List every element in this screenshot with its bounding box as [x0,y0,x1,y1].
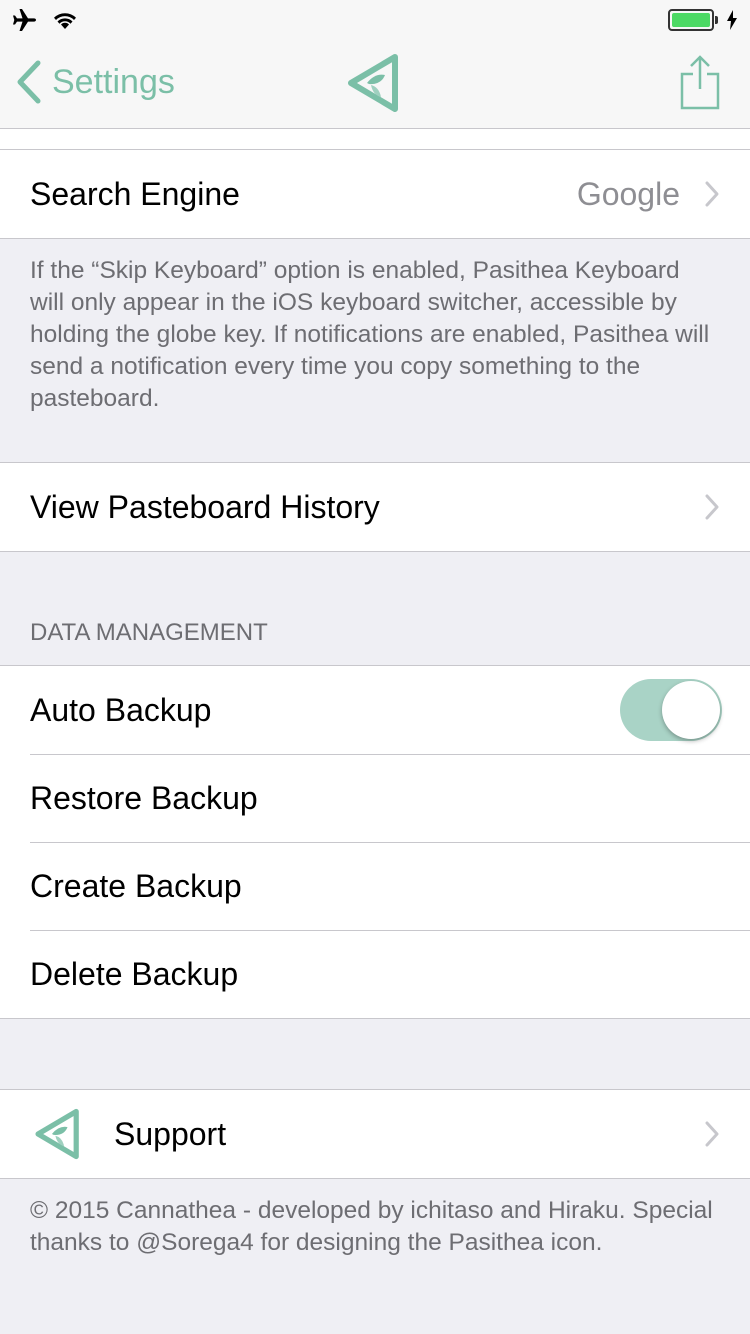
status-right [668,9,738,31]
charging-bolt-icon [727,10,737,30]
search-engine-group: Search Engine Google [0,149,750,239]
restore-backup-label: Restore Backup [30,779,258,816]
create-backup-label: Create Backup [30,867,242,904]
chevron-right-icon [705,181,719,207]
keyboard-footer-text: If the “Skip Keyboard” option is enabled… [30,257,710,412]
view-pasteboard-history-cell[interactable]: View Pasteboard History [0,463,750,551]
delete-backup-cell[interactable]: Delete Backup [0,930,750,1018]
copyright-text: © 2015 Cannathea - developed by ichitaso… [30,1197,713,1256]
create-backup-cell[interactable]: Create Backup [0,842,750,930]
data-management-header: DATA MANAGEMENT [30,619,268,646]
app-logo [345,53,403,118]
history-group: View Pasteboard History [0,462,750,552]
search-engine-label: Search Engine [30,175,240,212]
settings-content: Search Engine Google If the “Skip Keyboa… [0,129,750,1259]
navigation-bar: Settings [0,40,750,129]
auto-backup-toggle[interactable] [620,679,722,741]
chevron-right-icon [705,494,719,520]
search-engine-cell[interactable]: Search Engine Google [0,150,750,238]
search-engine-value: Google [576,175,680,212]
restore-backup-cell[interactable]: Restore Backup [0,754,750,842]
auto-backup-cell: Auto Backup [0,666,750,754]
delete-backup-label: Delete Backup [30,955,239,992]
toggle-knob [662,681,720,739]
scrolled-cell-remnant [0,129,750,149]
share-button[interactable] [680,54,720,115]
support-label: Support [114,1115,227,1152]
battery-icon [668,9,718,31]
support-group: Support [0,1089,750,1179]
support-cell[interactable]: Support [0,1090,750,1178]
pasithea-logo-icon [348,54,398,112]
wifi-icon [54,13,76,29]
pasithea-logo-icon [35,1108,79,1160]
back-button[interactable]: Settings [16,60,175,104]
status-left [12,8,78,32]
back-button-label: Settings [52,62,175,101]
auto-backup-label: Auto Backup [30,691,212,728]
data-management-group: Auto Backup Restore Backup Create Backup… [0,665,750,1019]
status-bar [0,0,750,40]
chevron-right-icon [705,1121,719,1147]
airplane-icon [13,9,36,31]
share-icon [680,55,720,110]
chevron-left-icon [17,60,41,104]
view-pasteboard-history-label: View Pasteboard History [30,488,380,525]
